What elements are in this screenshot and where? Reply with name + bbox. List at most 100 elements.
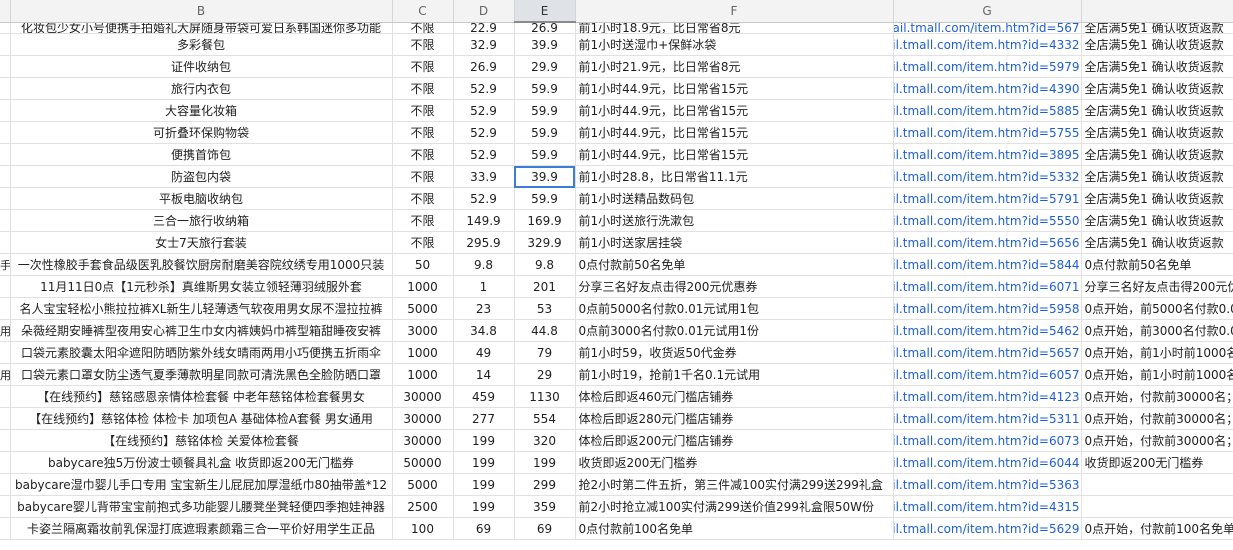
cell-product-name[interactable]: babycare独5万份波士顿餐具礼盒 收货即返200无门槛券: [10, 451, 393, 474]
cell-quantity-limit[interactable]: 不限: [392, 77, 454, 100]
cell-quantity-limit[interactable]: 不限: [392, 22, 454, 34]
cell-col-a[interactable]: [0, 517, 11, 540]
cell-rule[interactable]: 0点开始，前1小时前1000名: [1081, 341, 1233, 364]
cell-promotion[interactable]: 体检后即返280元门槛店铺券: [575, 407, 894, 430]
cell-product-name[interactable]: 口袋元素口罩女防尘透气夏季薄款明星同款可清洗黑色全脸防晒口罩: [10, 363, 393, 386]
cell-link[interactable]: tail.tmall.com/item.htm?id=4315: [893, 495, 1082, 518]
cell-promotion[interactable]: 前1小时28.8，比日常省11.1元: [575, 165, 894, 188]
cell-quantity-limit[interactable]: 不限: [392, 55, 454, 78]
cell-quantity-limit[interactable]: 3000: [392, 319, 454, 342]
cell-price-e[interactable]: 169.9: [514, 209, 576, 232]
cell-product-name[interactable]: 一次性橡胶手套食品级医乳胶餐饮厨房耐磨美容院纹绣专用1000只装: [10, 253, 393, 276]
column-header-a[interactable]: [0, 0, 11, 23]
cell-quantity-limit[interactable]: 1000: [392, 275, 454, 298]
cell-col-a[interactable]: [0, 22, 11, 34]
cell-link[interactable]: tail.tmall.com/item.htm?id=5311: [893, 407, 1082, 430]
cell-link[interactable]: tail.tmall.com/item.htm?id=4123: [893, 385, 1082, 408]
cell-promotion[interactable]: 前1小时送湿巾+保鲜冰袋: [575, 33, 894, 56]
cell-price-d[interactable]: 49: [453, 341, 515, 364]
cell-col-a[interactable]: [0, 451, 11, 474]
link-text[interactable]: tail.tmall.com/item.htm?id=5791: [893, 192, 1080, 206]
cell-link[interactable]: tail.tmall.com/item.htm?id=5755: [893, 121, 1082, 144]
cell-col-a[interactable]: [0, 407, 11, 430]
cell-promotion[interactable]: 抢2小时第二件五折，第三件减100实付满299送299礼盒: [575, 473, 894, 496]
link-text[interactable]: tail.tmall.com/item.htm?id=5363: [893, 478, 1080, 492]
cell-rule[interactable]: 全店满5免1 确认收货返款: [1081, 165, 1233, 188]
cell-product-name[interactable]: 可折叠环保购物袋: [10, 121, 393, 144]
cell-link[interactable]: tail.tmall.com/item.htm?id=6044: [893, 451, 1082, 474]
cell-link[interactable]: tail.tmall.com/item.htm?id=5657: [893, 341, 1082, 364]
cell-promotion[interactable]: 0点前5000名付款0.01元试用1包: [575, 297, 894, 320]
cell-rule[interactable]: 全店满5免1 确认收货返款: [1081, 55, 1233, 78]
column-header-b[interactable]: B: [10, 0, 393, 23]
cell-col-a[interactable]: [0, 165, 11, 188]
cell-rule[interactable]: 全店满5免1 确认收货返款: [1081, 209, 1233, 232]
cell-product-name[interactable]: 【在线预约】慈铭体检 体检卡 加项包A 基础体检A套餐 男女通用: [10, 407, 393, 430]
cell-price-d[interactable]: 9.8: [453, 253, 515, 276]
cell-col-a[interactable]: [0, 473, 11, 496]
cell-product-name[interactable]: 平板电脑收纳包: [10, 187, 393, 210]
cell-price-e[interactable]: 29.9: [514, 55, 576, 78]
cell-col-a[interactable]: [0, 275, 11, 298]
cell-col-a[interactable]: [0, 385, 11, 408]
cell-promotion[interactable]: 体检后即返460元门槛店铺券: [575, 385, 894, 408]
cell-price-d[interactable]: 22.9: [453, 22, 515, 34]
cell-quantity-limit[interactable]: 30000: [392, 407, 454, 430]
cell-price-d[interactable]: 52.9: [453, 121, 515, 144]
cell-rule[interactable]: 0点开始，前3000名付款0.0: [1081, 319, 1233, 342]
cell-rule[interactable]: 全店满5免1 确认收货返款: [1081, 143, 1233, 166]
cell-quantity-limit[interactable]: 不限: [392, 231, 454, 254]
link-text[interactable]: tail.tmall.com/item.htm?id=5885: [893, 104, 1080, 118]
cell-col-a[interactable]: 手套: [0, 253, 11, 276]
cell-link[interactable]: tail.tmall.com/item.htm?id=5885: [893, 99, 1082, 122]
cell-rule[interactable]: 0点开始，付款前100名免单: [1081, 517, 1233, 540]
cell-col-a[interactable]: [0, 121, 11, 144]
cell-col-a[interactable]: [0, 231, 11, 254]
cell-price-d[interactable]: 1: [453, 275, 515, 298]
column-header-g[interactable]: G: [893, 0, 1082, 23]
cell-link[interactable]: tail.tmall.com/item.htm?id=6073: [893, 429, 1082, 452]
link-text[interactable]: tail.tmall.com/item.htm?id=5979: [893, 60, 1080, 74]
cell-price-d[interactable]: 52.9: [453, 143, 515, 166]
cell-col-a[interactable]: [0, 55, 11, 78]
link-text[interactable]: tail.tmall.com/item.htm?id=6057: [893, 368, 1080, 382]
cell-quantity-limit[interactable]: 5000: [392, 297, 454, 320]
cell-price-d[interactable]: 459: [453, 385, 515, 408]
cell-price-e[interactable]: 359: [514, 495, 576, 518]
link-text[interactable]: tail.tmall.com/item.htm?id=5958: [893, 302, 1080, 316]
cell-col-a[interactable]: [0, 99, 11, 122]
cell-promotion[interactable]: 前1小时送旅行洗漱包: [575, 209, 894, 232]
cell-link[interactable]: tail.tmall.com/item.htm?id=6071: [893, 275, 1082, 298]
cell-price-e[interactable]: 199: [514, 451, 576, 474]
cell-promotion[interactable]: 前1小时19，抢前1千名0.1元试用: [575, 363, 894, 386]
link-text[interactable]: tail.tmall.com/item.htm?id=4315: [893, 500, 1080, 514]
link-text[interactable]: tail.tmall.com/item.htm?id=5844: [893, 258, 1080, 272]
cell-promotion[interactable]: 前1小时44.9元，比日常省15元: [575, 121, 894, 144]
cell-promotion[interactable]: 前1小时送精品数码包: [575, 187, 894, 210]
cell-price-e[interactable]: 320: [514, 429, 576, 452]
cell-product-name[interactable]: babycare湿巾婴儿手口专用 宝宝新生儿屁屁加厚湿纸巾80抽带盖*12: [10, 473, 393, 496]
cell-col-a[interactable]: [0, 495, 11, 518]
cell-rule[interactable]: 全店满5免1 确认收货返款: [1081, 33, 1233, 56]
cell-promotion[interactable]: 前1小时44.9元，比日常省15元: [575, 99, 894, 122]
cell-link[interactable]: tail.tmall.com/item.htm?id=4390: [893, 77, 1082, 100]
cell-promotion[interactable]: 前1小时21.9元，比日常省8元: [575, 55, 894, 78]
cell-price-d[interactable]: 33.9: [453, 165, 515, 188]
cell-product-name[interactable]: 大容量化妆箱: [10, 99, 393, 122]
cell-link[interactable]: tail.tmall.com/item.htm?id=5791: [893, 187, 1082, 210]
cell-price-d[interactable]: 199: [453, 495, 515, 518]
cell-price-d[interactable]: 52.9: [453, 77, 515, 100]
cell-price-e[interactable]: 1130: [514, 385, 576, 408]
cell-product-name[interactable]: 证件收纳包: [10, 55, 393, 78]
cell-rule[interactable]: 0点开始，付款前30000名；: [1081, 385, 1233, 408]
cell-link[interactable]: tail.tmall.com/item.htm?id=5844: [893, 253, 1082, 276]
cell-quantity-limit[interactable]: 5000: [392, 473, 454, 496]
cell-col-a[interactable]: [0, 187, 11, 210]
cell-col-a[interactable]: [0, 209, 11, 232]
cell-quantity-limit[interactable]: 不限: [392, 209, 454, 232]
cell-promotion[interactable]: 0点前3000名付款0.01元试用1份: [575, 319, 894, 342]
cell-col-a[interactable]: 用: [0, 319, 11, 342]
link-text[interactable]: etail.tmall.com/item.htm?id=567: [893, 22, 1080, 33]
cell-price-d[interactable]: 277: [453, 407, 515, 430]
cell-rule[interactable]: 分享三名好友点击得200元优: [1081, 275, 1233, 298]
